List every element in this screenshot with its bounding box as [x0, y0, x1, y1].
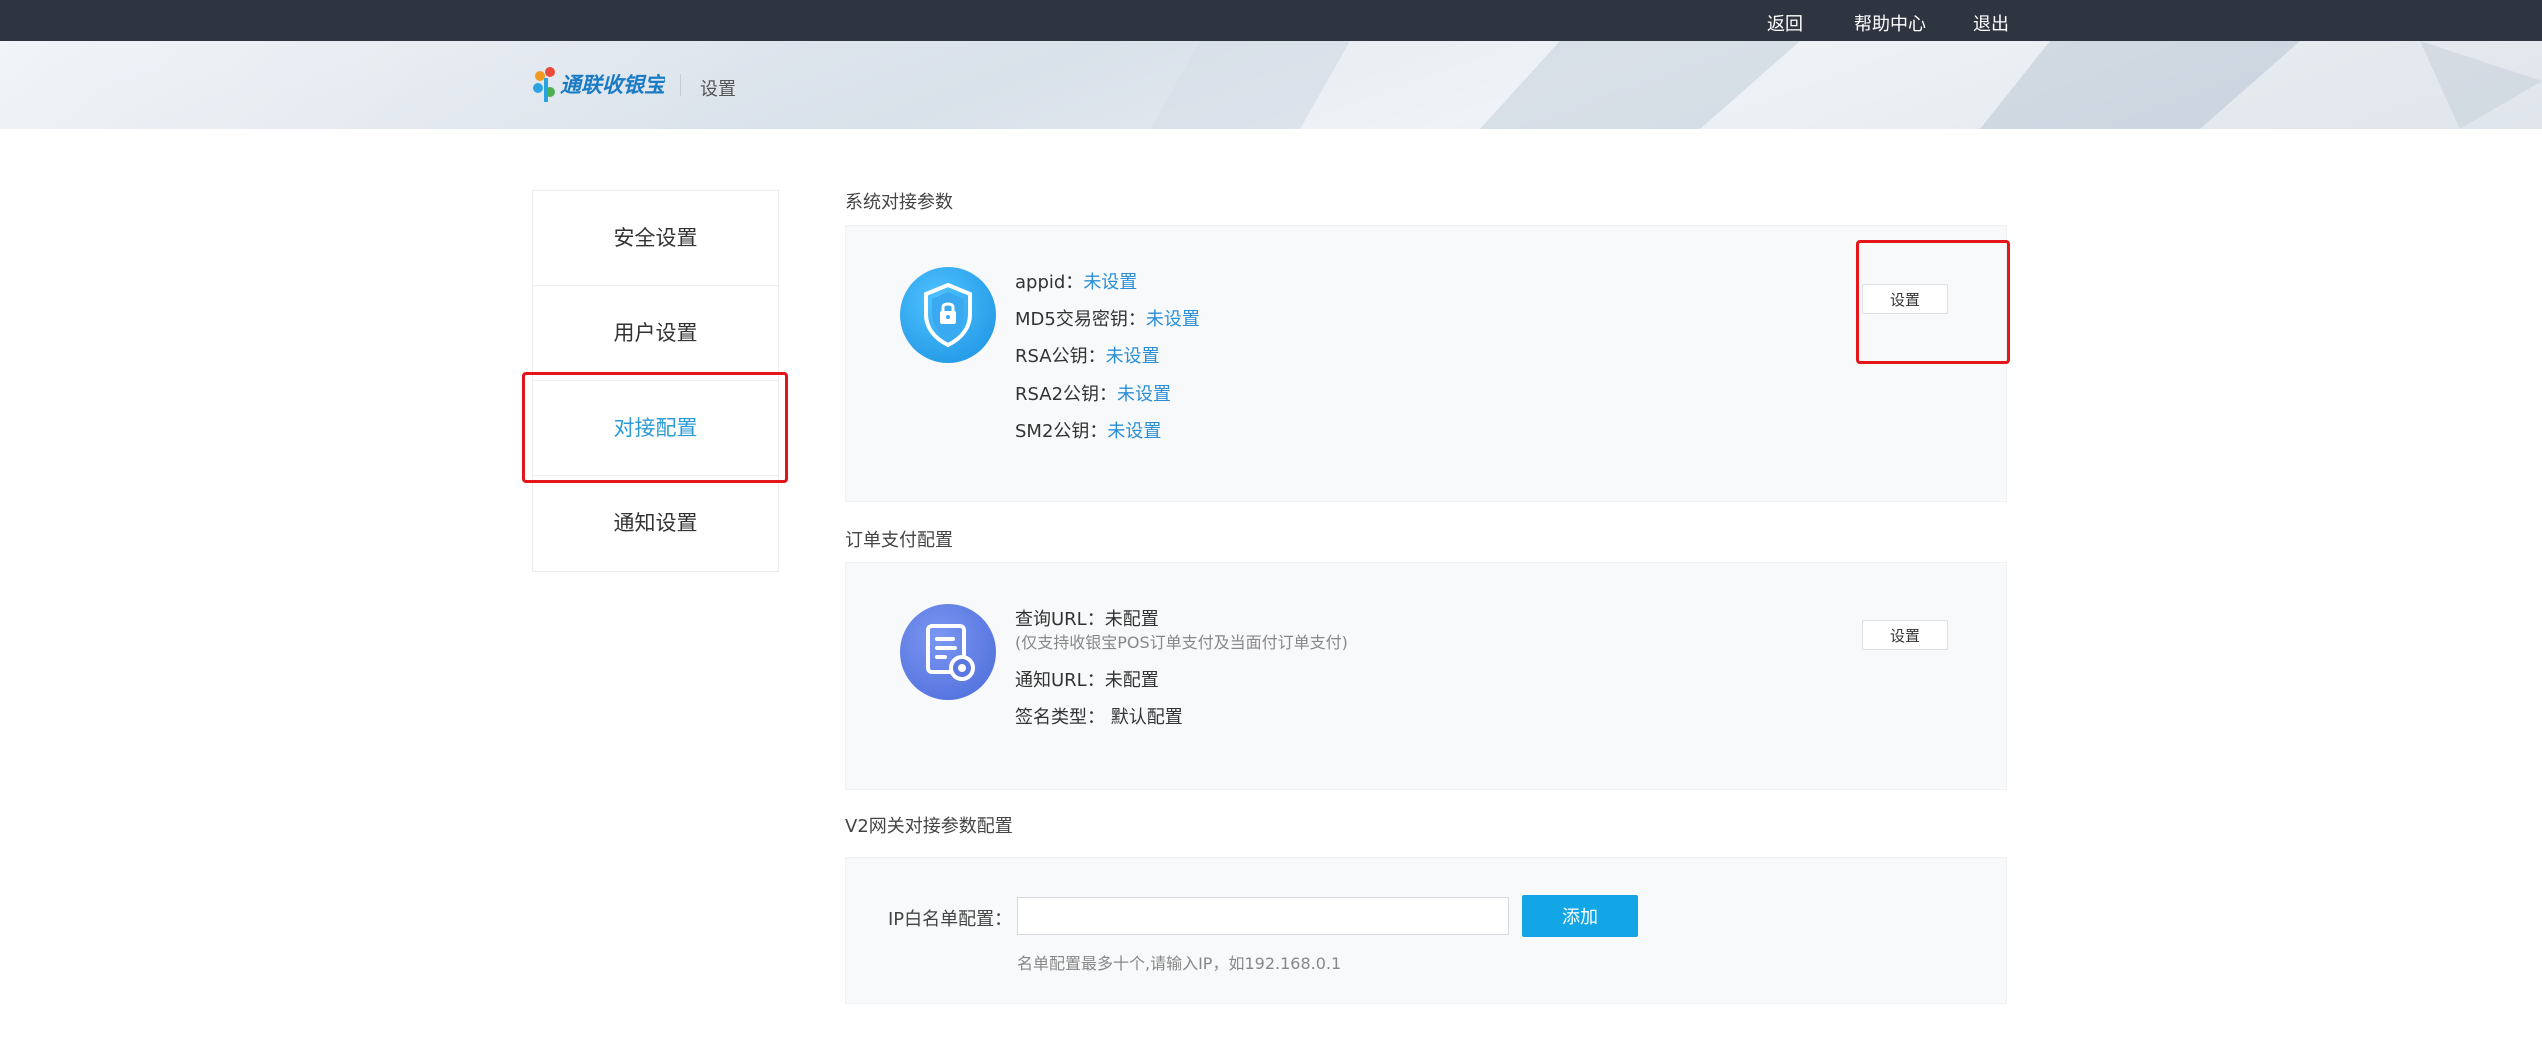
top-bar: 返回 帮助中心 退出 [0, 0, 2542, 41]
sidebar-item-security[interactable]: 安全设置 [533, 191, 778, 286]
sign-type-value: 默认配置 [1110, 707, 1183, 728]
sidebar-item-user[interactable]: 用户设置 [533, 286, 778, 381]
document-settings-icon [900, 604, 996, 700]
rsa2-key-label: RSA2公钥： [1015, 384, 1118, 405]
md5-key-label: MD5交易密钥： [1015, 309, 1146, 330]
ip-whitelist-hint: 名单配置最多十个,请输入IP，如192.168.0.1 [1017, 954, 1342, 973]
sign-type-label: 签名类型： [1015, 707, 1105, 728]
rsa2-key-value[interactable]: 未设置 [1117, 384, 1171, 405]
back-link[interactable]: 返回 [1767, 10, 1803, 36]
ip-whitelist-input[interactable] [1017, 897, 1509, 935]
appid-label: appid： [1015, 272, 1084, 293]
header-divider [680, 74, 681, 96]
appid-row: appid：未设置 [1015, 268, 1137, 294]
md5-key-row: MD5交易密钥：未设置 [1015, 305, 1200, 331]
order-pay-settings-button[interactable]: 设置 [1862, 620, 1948, 650]
add-ip-button[interactable]: 添加 [1522, 895, 1638, 937]
system-params-title: 系统对接参数 [845, 192, 953, 213]
rsa-key-row: RSA公钥：未设置 [1015, 342, 1160, 368]
appid-value[interactable]: 未设置 [1083, 272, 1137, 293]
header-banner [0, 41, 2542, 129]
highlight-box-sidebar [522, 372, 788, 483]
sm2-key-row: SM2公钥：未设置 [1015, 417, 1161, 443]
help-center-link[interactable]: 帮助中心 [1854, 10, 1926, 36]
sm2-key-value[interactable]: 未设置 [1107, 421, 1161, 442]
query-url-row: 查询URL：未配置 [1015, 609, 1159, 630]
md5-key-value[interactable]: 未设置 [1146, 309, 1200, 330]
sign-type-row: 签名类型： 默认配置 [1015, 703, 1183, 729]
company-logo: 通联收银宝 [533, 67, 665, 102]
logout-link[interactable]: 退出 [1973, 10, 2009, 36]
rsa-key-value[interactable]: 未设置 [1106, 346, 1160, 367]
security-shield-icon [900, 267, 996, 363]
rsa-key-label: RSA公钥： [1015, 346, 1106, 367]
logo-text: 通联收银宝 [560, 73, 665, 97]
banner-background [1150, 41, 2542, 129]
notify-url-row: 通知URL：未配置 [1015, 670, 1159, 691]
order-pay-title: 订单支付配置 [845, 530, 953, 551]
rsa2-key-row: RSA2公钥：未设置 [1015, 380, 1171, 406]
query-url-hint: (仅支持收银宝POS订单支付及当面付订单支付) [1015, 633, 1348, 652]
v2-gateway-title: V2网关对接参数配置 [845, 816, 1013, 837]
page-title: 设置 [700, 79, 736, 100]
sm2-key-label: SM2公钥： [1015, 421, 1108, 442]
highlight-box-settings-button [1856, 240, 2010, 364]
ip-whitelist-label: IP白名单配置： [888, 909, 1013, 930]
sidebar-item-notification[interactable]: 通知设置 [533, 476, 778, 570]
top-nav: 返回 帮助中心 退出 [0, 0, 2542, 41]
